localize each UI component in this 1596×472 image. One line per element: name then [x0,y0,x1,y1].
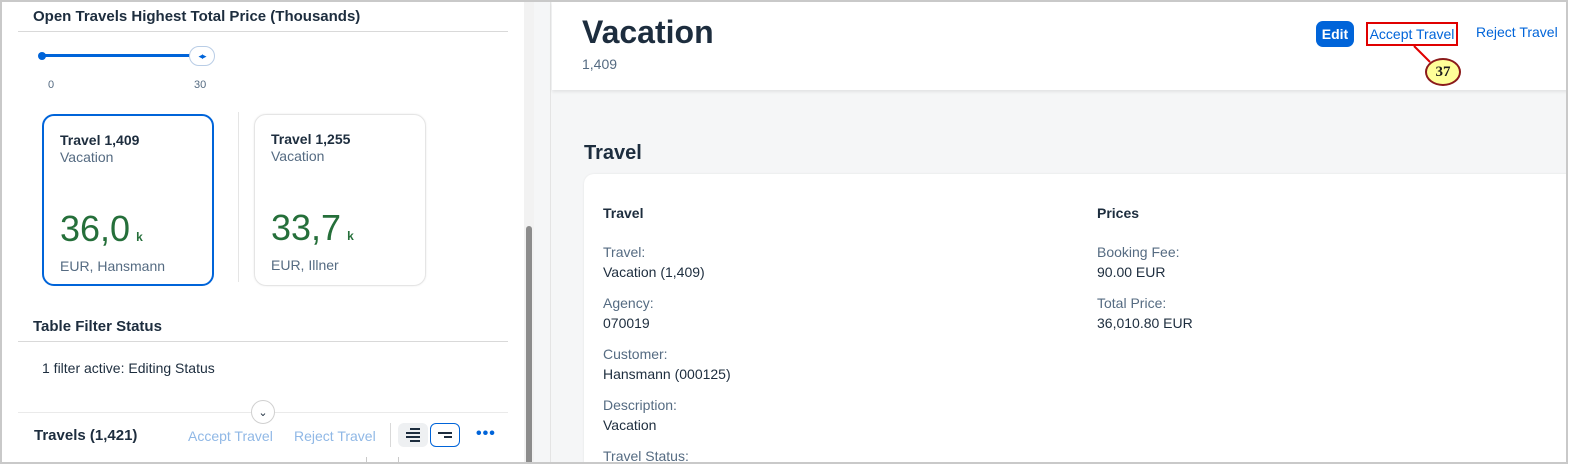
toolbar-separator [390,423,391,447]
field-value: 36,010.80 EUR [1097,315,1193,331]
travel-card[interactable]: Travel 1,255 Vacation 33,7 k EUR, Illner [254,114,426,286]
slider-max-label: 30 [194,79,207,91]
kpi-unit: k [136,230,143,244]
card-footer: EUR, Illner [271,257,339,273]
field-label: Agency: [603,295,654,311]
toolbar-reject-travel-button[interactable]: Reject Travel [294,428,376,444]
collapse-header-button[interactable]: ⌄ [251,400,275,424]
group-title-travel: Travel [603,205,644,221]
more-options-icon[interactable]: ••• [476,425,496,443]
field-label: Description: [603,397,677,413]
page-title: Vacation [582,14,714,50]
filter-status-text: 1 filter active: Editing Status [42,360,215,376]
field-label: Travel: [603,244,646,260]
range-slider-end-handle[interactable]: ◂▸ [189,46,215,66]
card-footer: EUR, Hansmann [60,258,166,274]
reject-travel-button[interactable]: Reject Travel [1476,24,1558,40]
field-value: Hansmann (000125) [603,366,731,382]
field-label: Travel Status: [603,448,689,464]
slider-min-label: 0 [48,79,55,91]
section-divider [18,31,508,32]
chart-section-title: Open Travels Highest Total Price (Thousa… [33,8,361,25]
accept-travel-button[interactable]: Accept Travel [1366,22,1458,46]
card-title: Travel 1,409 [60,132,140,148]
range-slider-track[interactable] [42,54,202,57]
section-divider [18,341,508,342]
column-divider [398,457,399,462]
card-subtitle: Vacation [60,149,114,165]
field-value: 070019 [603,315,650,331]
group-title-prices: Prices [1097,205,1140,221]
left-pane: Open Travels Highest Total Price (Thousa… [2,2,524,462]
card-subtitle: Vacation [271,148,325,164]
edit-button[interactable]: Edit [1316,21,1354,47]
scrollbar-thumb[interactable] [526,226,532,462]
page-subtitle: 1,409 [582,56,618,72]
field-label: Total Price: [1097,295,1167,311]
field-label: Customer: [603,346,668,362]
pane-divider [550,2,551,462]
card-kpi-value: 33,7 k [271,207,354,249]
card-title: Travel 1,255 [271,131,351,147]
view-toggle-button[interactable] [398,423,428,447]
section-title: Travel [584,142,642,164]
travel-card-selected[interactable]: Travel 1,409 Vacation 36,0 k EUR, Hansman… [42,114,214,286]
kpi-number: 33,7 [271,207,342,248]
view-toggle-button-active[interactable] [430,423,460,447]
column-divider [366,457,367,462]
field-value: Vacation (1,409) [603,264,705,280]
card-kpi-value: 36,0 k [60,208,143,250]
table-title: Travels (1,421) [34,427,138,444]
chevron-down-icon: ⌄ [258,406,268,419]
app-window: Open Travels Highest Total Price (Thousa… [0,0,1568,464]
align-right-icon [406,428,420,442]
filter-section-title: Table Filter Status [33,318,162,335]
kpi-unit: k [347,229,354,243]
travel-section-card: Travel Travel: Vacation (1,409) Agency: … [584,174,1566,464]
field-value: 90.00 EUR [1097,264,1166,280]
field-label: Booking Fee: [1097,244,1180,260]
toolbar-accept-travel-button[interactable]: Accept Travel [188,428,273,444]
card-separator [238,112,239,282]
align-top-icon [438,432,452,438]
object-page-header: Vacation 1,409 Edit Accept Travel Reject… [552,2,1566,90]
kpi-number: 36,0 [60,208,131,249]
step-badge: 37 [1425,58,1461,86]
range-slider-start-handle[interactable] [38,52,46,60]
field-value: Vacation [603,417,657,433]
